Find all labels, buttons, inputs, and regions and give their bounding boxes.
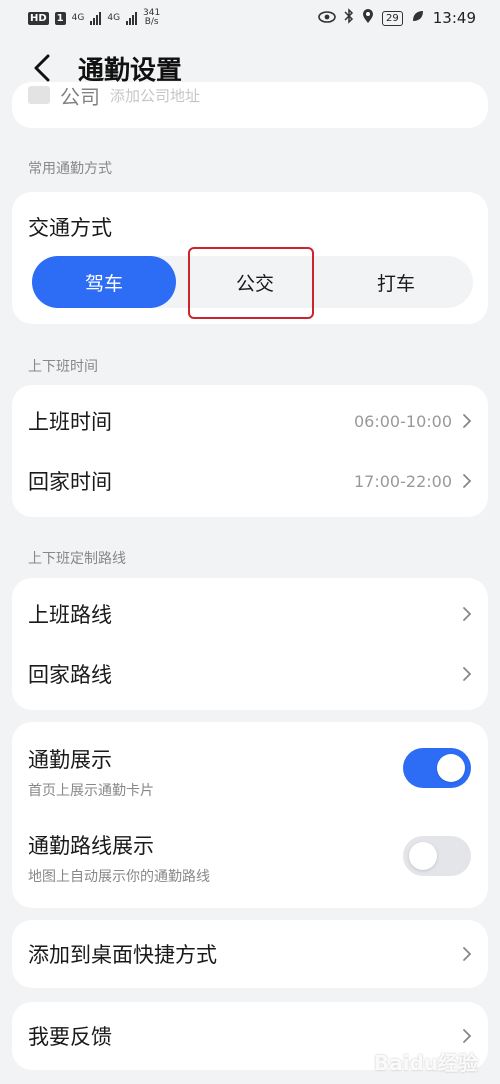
chevron-right-icon bbox=[462, 946, 472, 962]
work-start-time-right: 06:00-10:00 bbox=[354, 412, 472, 431]
section-label-commute-mode: 常用通勤方式 bbox=[28, 161, 112, 177]
shortcut-card: 添加到桌面快捷方式 bbox=[12, 920, 488, 988]
network-type-label: 4G bbox=[71, 12, 85, 23]
route-display-text: 通勤路线展示 地图上自动展示你的通勤路线 bbox=[28, 830, 210, 886]
company-row-title: 公司 bbox=[60, 84, 100, 109]
route-display-title: 通勤路线展示 bbox=[28, 834, 154, 858]
section-label-work-time: 上下班时间 bbox=[28, 359, 98, 375]
status-bar-right: 29 13:49 bbox=[318, 8, 476, 28]
address-card: 公司 添加公司地址 bbox=[12, 82, 488, 128]
net-speed: 341 B/s bbox=[143, 9, 160, 27]
bluetooth-icon bbox=[344, 8, 354, 28]
location-icon bbox=[362, 8, 374, 28]
work-start-time-value: 06:00-10:00 bbox=[354, 411, 452, 431]
company-icon bbox=[28, 86, 50, 104]
highlight-annotation-box bbox=[188, 247, 314, 319]
battery-icon: 29 bbox=[382, 10, 403, 26]
network-type-label-2: 4G bbox=[107, 12, 121, 23]
chevron-right-icon bbox=[462, 606, 472, 622]
route-display-toggle[interactable] bbox=[403, 836, 471, 876]
transport-option-taxi[interactable]: 打车 bbox=[332, 256, 460, 308]
baidu-watermark: Baidu经验 bbox=[373, 1051, 478, 1075]
home-route-title: 回家路线 bbox=[28, 663, 112, 687]
route-display-subtitle: 地图上自动展示你的通勤路线 bbox=[28, 869, 210, 885]
home-time-value: 17:00-22:00 bbox=[354, 471, 452, 491]
chevron-right-icon bbox=[462, 413, 472, 429]
commute-display-toggle[interactable] bbox=[403, 748, 471, 788]
company-row[interactable]: 公司 添加公司地址 bbox=[28, 82, 468, 109]
commute-display-subtitle: 首页上展示通勤卡片 bbox=[28, 783, 154, 799]
work-route-row[interactable]: 上班路线 bbox=[12, 584, 488, 644]
clock-time: 13:49 bbox=[432, 9, 476, 27]
home-route-row[interactable]: 回家路线 bbox=[12, 644, 488, 704]
commute-display-text: 通勤展示 首页上展示通勤卡片 bbox=[28, 744, 154, 800]
chevron-right-icon bbox=[462, 1028, 472, 1044]
home-time-right: 17:00-22:00 bbox=[354, 472, 472, 491]
work-start-time-row[interactable]: 上班时间 06:00-10:00 bbox=[12, 391, 488, 451]
signal-icon-2 bbox=[126, 11, 138, 25]
hd-badge: HD bbox=[28, 11, 49, 25]
sim1-badge: 1 bbox=[54, 11, 66, 25]
commute-display-title: 通勤展示 bbox=[28, 748, 112, 772]
chevron-right-icon bbox=[462, 473, 472, 489]
page-title: 通勤设置 bbox=[78, 55, 183, 86]
eye-icon bbox=[318, 9, 336, 27]
toggle-knob bbox=[437, 754, 465, 782]
section-label-routes: 上下班定制路线 bbox=[28, 551, 126, 567]
net-speed-unit: B/s bbox=[144, 17, 159, 27]
feedback-title: 我要反馈 bbox=[28, 1025, 112, 1049]
display-settings-card: 通勤展示 首页上展示通勤卡片 通勤路线展示 地图上自动展示你的通勤路线 bbox=[12, 722, 488, 908]
transport-option-drive[interactable]: 驾车 bbox=[32, 256, 176, 308]
status-bar: HD 1 4G 4G 341 B/s 29 13:49 bbox=[0, 0, 500, 36]
transport-mode-title: 交通方式 bbox=[28, 216, 112, 240]
home-time-row[interactable]: 回家时间 17:00-22:00 bbox=[12, 451, 488, 511]
home-time-title: 回家时间 bbox=[28, 470, 112, 494]
chevron-right-icon bbox=[462, 666, 472, 682]
add-shortcut-row[interactable]: 添加到桌面快捷方式 bbox=[12, 924, 488, 984]
company-row-hint: 添加公司地址 bbox=[110, 86, 201, 105]
back-arrow-icon bbox=[34, 54, 50, 82]
add-shortcut-title: 添加到桌面快捷方式 bbox=[28, 943, 217, 967]
work-time-card: 上班时间 06:00-10:00 回家时间 17:00-22:00 bbox=[12, 385, 488, 517]
leaf-icon bbox=[411, 9, 425, 27]
status-bar-left: HD 1 4G 4G 341 B/s bbox=[28, 9, 160, 27]
work-route-title: 上班路线 bbox=[28, 603, 112, 627]
toggle-knob bbox=[409, 842, 437, 870]
routes-card: 上班路线 回家路线 bbox=[12, 578, 488, 710]
work-start-time-title: 上班时间 bbox=[28, 410, 112, 434]
commute-mode-card: 交通方式 驾车 公交 打车 bbox=[12, 192, 488, 324]
signal-icon bbox=[90, 11, 102, 25]
